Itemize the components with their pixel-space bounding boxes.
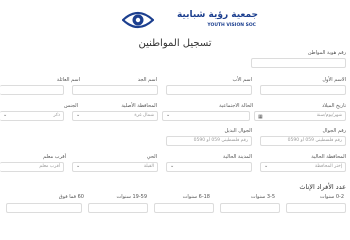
nearest-landmark-input[interactable]: أقرب معلم [0, 162, 64, 172]
eye-logo-icon [122, 11, 154, 29]
logo-name-en: YOUTH VISION SOC [207, 23, 256, 28]
nearest-landmark-label: أقرب معلم [43, 154, 66, 160]
age-19-59-label: 19-59 سنوات [116, 194, 148, 200]
marital-status-label: الحالة الاجتماعية [219, 103, 253, 109]
grandfather-name-input[interactable] [72, 85, 158, 95]
original-governorate-label: المحافظة الأصلية [121, 103, 157, 109]
current-city-select[interactable] [166, 162, 252, 172]
age-60-plus-label: 60 فما فوق [58, 194, 84, 200]
alt-mobile-label: الجوال البديل [224, 128, 252, 134]
page-title: تسجيل المواطنين [138, 38, 212, 49]
current-city-label: المدينة الحالية [223, 154, 252, 160]
calendar-icon[interactable]: ▦ [258, 113, 263, 120]
district-select[interactable]: القبلة [72, 162, 158, 172]
family-name-label: اسم العائلة [56, 77, 80, 83]
age-0-2-label: 0-2 سنوات [319, 194, 344, 200]
id-number-label: رقم هوية المواطن [307, 50, 346, 56]
age-6-18-label: 6-18 سنوات [182, 194, 210, 200]
marital-status-select[interactable] [162, 111, 250, 121]
father-name-label: اسم الأب [232, 77, 252, 83]
original-governorate-select[interactable]: شمال غزة [72, 111, 158, 121]
gender-select[interactable]: ذكر [0, 111, 64, 121]
birth-date-input[interactable]: شهر/يوم/سنة ▦ [254, 111, 346, 121]
birth-date-placeholder: شهر/يوم/سنة [316, 113, 342, 118]
mobile-input[interactable]: رقم فلسطيني 059 أو 0590 [260, 136, 346, 146]
age-3-5-input[interactable] [220, 203, 280, 213]
mobile-label: رقم الجوال [322, 128, 346, 134]
age-60-plus-input[interactable] [6, 203, 82, 213]
grandfather-name-label: اسم الجد [137, 77, 157, 83]
alt-mobile-input[interactable]: رقم فلسطيني 059 أو 0590 [166, 136, 252, 146]
logo-name-ar: جمعية رؤية شبابية [176, 10, 258, 20]
gender-label: الجنس [63, 103, 78, 109]
current-governorate-select[interactable]: إختر المحافظة [260, 162, 346, 172]
age-6-18-input[interactable] [154, 203, 214, 213]
female-members-title: عدد الأفراد الإناث [299, 183, 346, 191]
id-number-input[interactable] [251, 58, 346, 68]
father-name-input[interactable] [166, 85, 252, 95]
district-label: الحي [146, 154, 157, 160]
age-3-5-label: 3-5 سنوات [250, 194, 275, 200]
age-19-59-input[interactable] [88, 203, 148, 213]
birth-date-label: تاريخ الميلاد [321, 103, 346, 109]
family-name-input[interactable] [0, 85, 64, 95]
first-name-label: الاسم الأول [322, 77, 346, 83]
age-0-2-input[interactable] [286, 203, 346, 213]
current-governorate-label: المحافظة الحالية [311, 154, 346, 160]
first-name-input[interactable] [260, 85, 346, 95]
logo: جمعية رؤية شبابية YOUTH VISION SOC [108, 8, 258, 34]
